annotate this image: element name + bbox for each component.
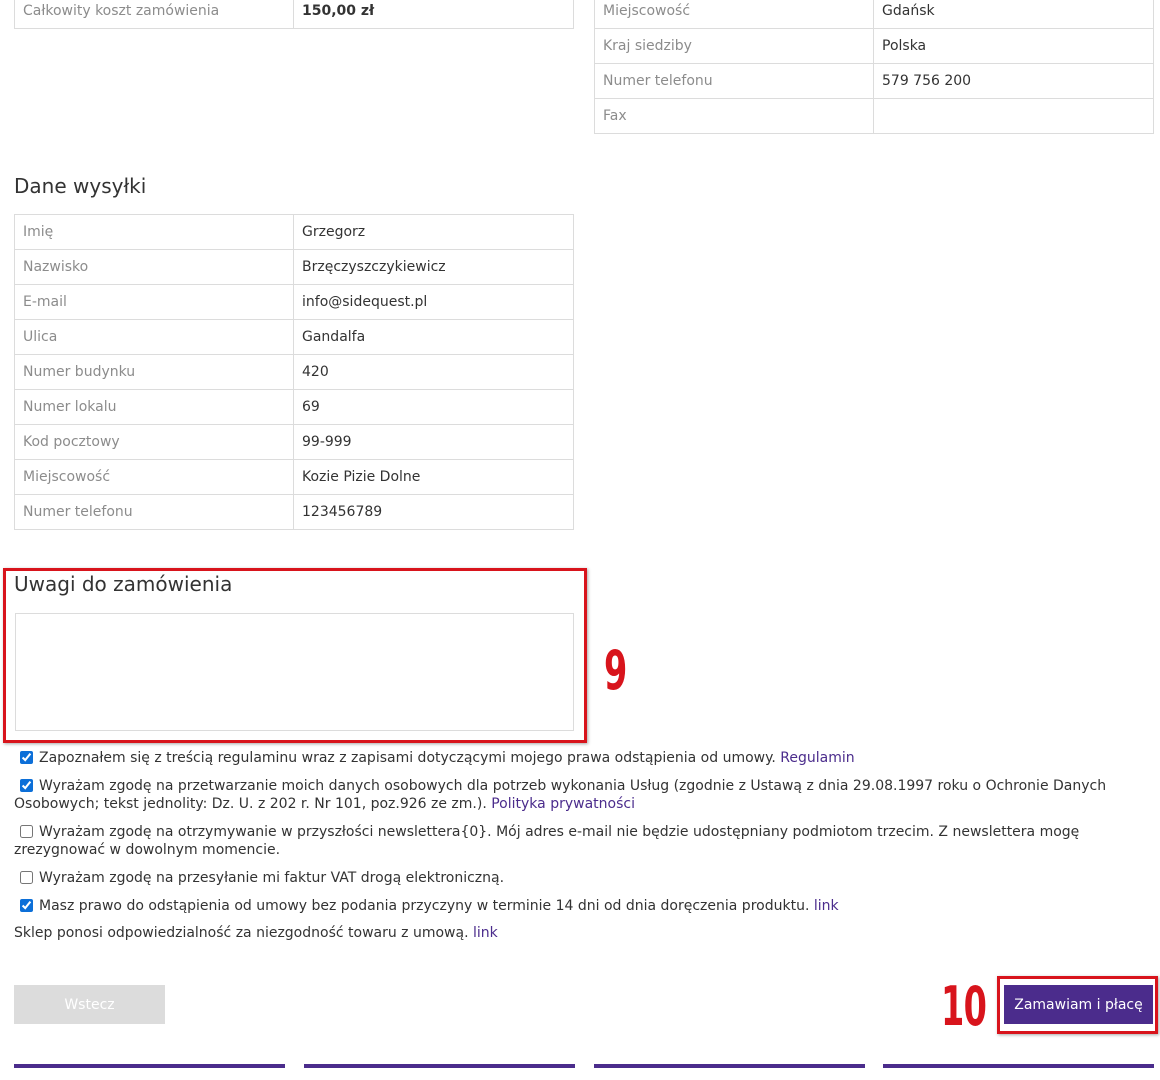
table-row: Kraj siedziby Polska [594, 28, 1154, 64]
table-row: Ulica Gandalfa [14, 319, 574, 355]
table-row: Miejscowość Kozie Pizie Dolne [14, 459, 574, 495]
shipping-street-value: Gandalfa [293, 319, 574, 355]
shipping-building-label: Numer budynku [14, 354, 294, 390]
consent-newsletter-checkbox[interactable] [20, 825, 33, 838]
liability-link[interactable]: link [473, 925, 498, 941]
shipping-last-name-value: Brzęczyszczykiewicz [293, 249, 574, 285]
footer-tile-bar [14, 1064, 285, 1068]
order-summary-table: Całkowity koszt zamówienia 150,00 zł [14, 0, 574, 29]
table-row: Imię Grzegorz [14, 214, 574, 250]
shipping-building-value: 420 [293, 354, 574, 390]
consent-terms-text: Zapoznałem się z treścią regulaminu wraz… [39, 750, 781, 766]
annotation-step-number: 9 [604, 639, 627, 702]
table-row: Kod pocztowy 99-999 [14, 424, 574, 460]
consent-withdrawal-text: Masz prawo do odstąpienia od umowy bez p… [39, 898, 814, 914]
company-city-label: Miejscowość [594, 0, 874, 29]
consent-e-invoice-text: Wyrażam zgodę na przesyłanie mi faktur V… [39, 870, 505, 886]
shipping-city-label: Miejscowość [14, 459, 294, 495]
consent-withdrawal: Masz prawo do odstąpienia od umowy bez p… [14, 897, 1154, 915]
table-row: Numer budynku 420 [14, 354, 574, 390]
company-country-value: Polska [873, 28, 1154, 64]
shipping-apartment-value: 69 [293, 389, 574, 425]
order-total-value: 150,00 zł [293, 0, 574, 29]
order-total-label: Całkowity koszt zamówienia [14, 0, 294, 29]
consent-newsletter: Wyrażam zgodę na otrzymywanie w przyszło… [14, 823, 1154, 859]
footer-tile-bar [883, 1064, 1154, 1068]
footer-tile-bar [594, 1064, 865, 1068]
withdrawal-link[interactable]: link [814, 898, 839, 914]
place-order-button[interactable]: Zamawiam i płacę [1004, 985, 1153, 1024]
company-country-label: Kraj siedziby [594, 28, 874, 64]
table-row: E-mail info@sidequest.pl [14, 284, 574, 320]
shipping-phone-value: 123456789 [293, 494, 574, 530]
shipping-data-table: Imię Grzegorz Nazwisko Brzęczyszczykiewi… [14, 214, 574, 530]
table-row: Miejscowość Gdańsk [594, 0, 1154, 29]
table-row: Całkowity koszt zamówienia 150,00 zł [14, 0, 574, 29]
consent-personal-data: Wyrażam zgodę na przetwarzanie moich dan… [14, 777, 1154, 813]
shipping-postal-code-value: 99-999 [293, 424, 574, 460]
annotation-step-number: 10 [941, 975, 987, 1038]
consent-terms-checkbox[interactable] [20, 751, 33, 764]
consent-e-invoice-checkbox[interactable] [20, 871, 33, 884]
liability-note: Sklep ponosi odpowiedzialność za niezgod… [14, 924, 1154, 942]
company-data-table: Miejscowość Gdańsk Kraj siedziby Polska … [594, 0, 1154, 134]
company-phone-value: 579 756 200 [873, 63, 1154, 99]
shipping-first-name-value: Grzegorz [293, 214, 574, 250]
order-notes-heading: Uwagi do zamówienia [14, 572, 233, 596]
company-phone-label: Numer telefonu [594, 63, 874, 99]
back-button[interactable]: Wstecz [14, 985, 165, 1024]
shipping-postal-code-label: Kod pocztowy [14, 424, 294, 460]
shipping-last-name-label: Nazwisko [14, 249, 294, 285]
company-fax-value [873, 98, 1154, 134]
consent-terms: Zapoznałem się z treścią regulaminu wraz… [14, 749, 1154, 767]
shipping-apartment-label: Numer lokalu [14, 389, 294, 425]
footer-tile-bar [304, 1064, 575, 1068]
table-row: Numer telefonu 123456789 [14, 494, 574, 530]
shipping-first-name-label: Imię [14, 214, 294, 250]
liability-note-text: Sklep ponosi odpowiedzialność za niezgod… [14, 925, 473, 941]
terms-link[interactable]: Regulamin [780, 750, 854, 766]
consent-withdrawal-checkbox[interactable] [20, 899, 33, 912]
order-notes-textarea[interactable] [15, 613, 574, 731]
shipping-email-value: info@sidequest.pl [293, 284, 574, 320]
consent-newsletter-text: Wyrażam zgodę na otrzymywanie w przyszło… [14, 824, 1080, 858]
table-row: Fax [594, 98, 1154, 134]
shipping-street-label: Ulica [14, 319, 294, 355]
table-row: Numer lokalu 69 [14, 389, 574, 425]
consent-e-invoice: Wyrażam zgodę na przesyłanie mi faktur V… [14, 869, 1154, 887]
company-fax-label: Fax [594, 98, 874, 134]
consent-personal-data-checkbox[interactable] [20, 779, 33, 792]
shipping-email-label: E-mail [14, 284, 294, 320]
table-row: Numer telefonu 579 756 200 [594, 63, 1154, 99]
shipping-heading: Dane wysyłki [14, 174, 147, 198]
privacy-policy-link[interactable]: Polityka prywatności [491, 796, 635, 812]
shipping-phone-label: Numer telefonu [14, 494, 294, 530]
shipping-city-value: Kozie Pizie Dolne [293, 459, 574, 495]
company-city-value: Gdańsk [873, 0, 1154, 29]
table-row: Nazwisko Brzęczyszczykiewicz [14, 249, 574, 285]
